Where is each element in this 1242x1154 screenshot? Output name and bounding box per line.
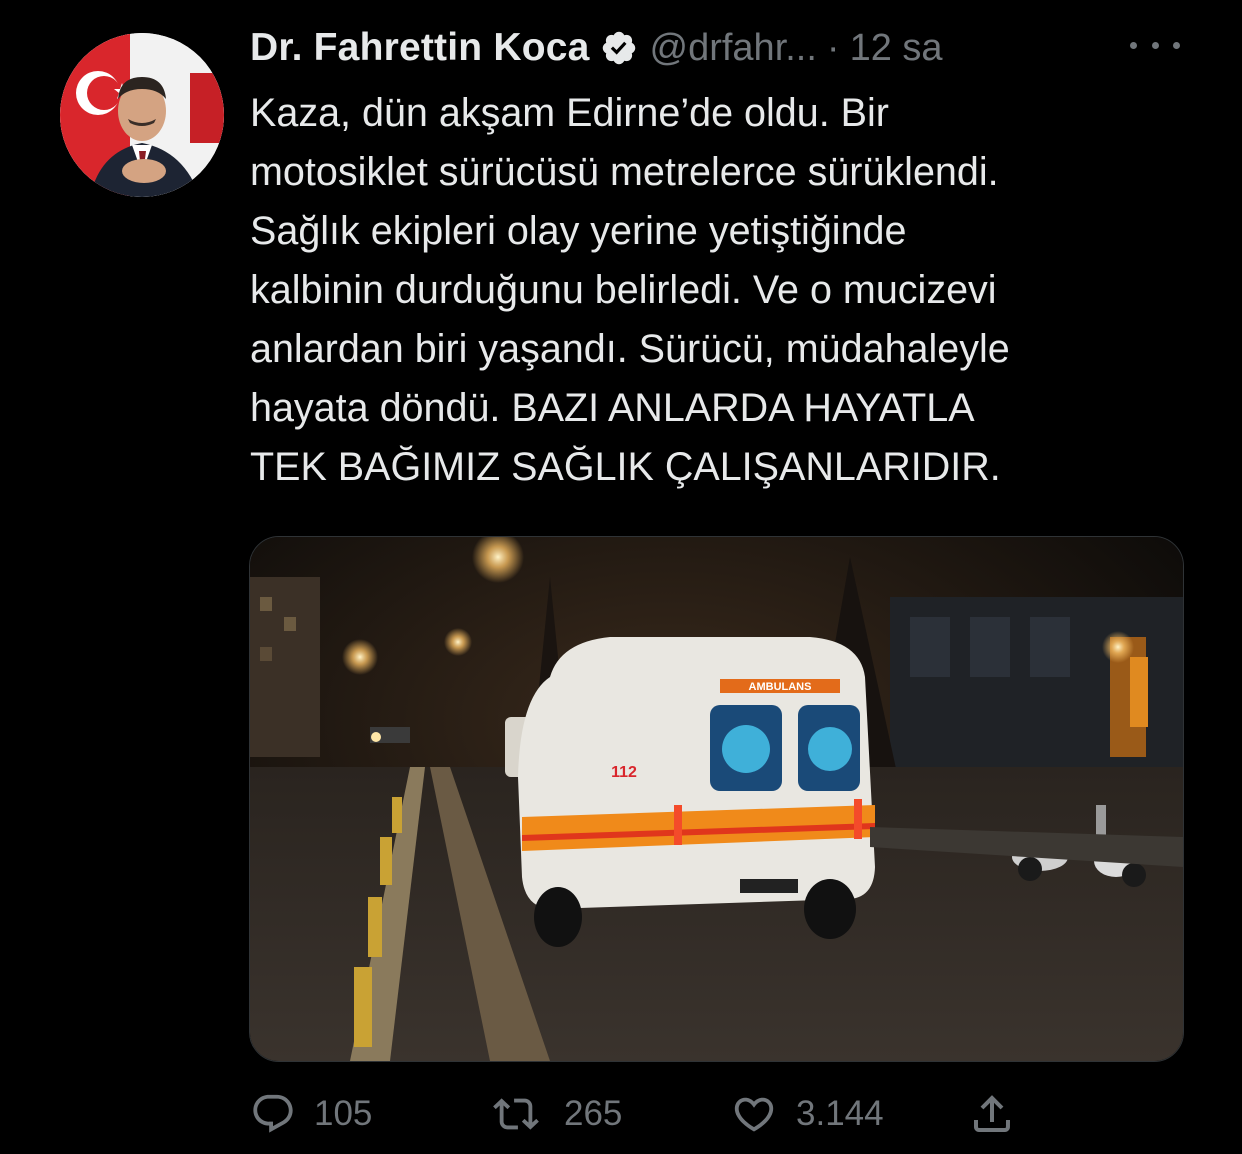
tweet-media-image[interactable]: AMBULANS 112 bbox=[249, 536, 1184, 1062]
more-icon-dot bbox=[1151, 41, 1159, 49]
author-avatar[interactable] bbox=[60, 33, 224, 197]
author-display-name[interactable]: Dr. Fahrettin Koca bbox=[250, 26, 590, 70]
reply-count: 105 bbox=[314, 1094, 373, 1133]
tweet-text-line: anlardan biri yaşandı. Sürücü, müdahaley… bbox=[250, 327, 1010, 371]
tweet-text-line: TEK BAĞIMIZ SAĞLIK ÇALIŞANLARIDIR. bbox=[250, 445, 1001, 489]
tweet-text-line: Sağlık ekipleri olay yerine yetiştiğinde bbox=[250, 209, 907, 253]
tweet-actions-bar: 105 265 3.144 bbox=[250, 1086, 1050, 1142]
share-button[interactable] bbox=[968, 1086, 1016, 1142]
like-button[interactable]: 3.144 bbox=[730, 1086, 884, 1142]
tweet-text: Kaza, dün akşam Edirne’de oldu. Bir moto… bbox=[250, 84, 1190, 497]
author-handle[interactable]: @drfahr... bbox=[650, 27, 817, 70]
retweet-icon bbox=[486, 1091, 546, 1137]
more-icon-dot bbox=[1173, 41, 1180, 49]
like-count: 3.144 bbox=[796, 1094, 884, 1133]
reply-icon bbox=[250, 1091, 296, 1137]
tweet-text-line: motosiklet sürücüsü metrelerce sürüklend… bbox=[250, 150, 999, 194]
tweet-header: Dr. Fahrettin Koca @drfahr... · 12 sa bbox=[250, 22, 1190, 74]
verified-badge-icon bbox=[600, 29, 638, 67]
avatar-image bbox=[60, 33, 224, 197]
ambulance-graphic: AMBULANS 112 bbox=[518, 637, 875, 947]
more-options-button[interactable] bbox=[1130, 30, 1180, 60]
tweet-text-line: hayata döndü. BAZI ANLARDA HAYATLA bbox=[250, 386, 975, 430]
reply-button[interactable]: 105 bbox=[250, 1086, 372, 1142]
ambulance-label: AMBULANS bbox=[749, 681, 812, 693]
tweet-text-line: kalbinin durduğunu belirledi. Ve o muciz… bbox=[250, 268, 997, 312]
ambulance-number: 112 bbox=[611, 764, 637, 781]
tweet-text-line: Kaza, dün akşam Edirne’de oldu. Bir bbox=[250, 91, 889, 135]
share-icon bbox=[968, 1090, 1016, 1138]
header-separator: · bbox=[826, 26, 840, 69]
tweet-timestamp[interactable]: 12 sa bbox=[850, 27, 943, 70]
more-icon-dot bbox=[1130, 41, 1137, 49]
heart-icon bbox=[730, 1091, 778, 1137]
retweet-count: 265 bbox=[564, 1094, 623, 1133]
retweet-button[interactable]: 265 bbox=[486, 1086, 622, 1142]
ambulance-night-photo: AMBULANS 112 bbox=[250, 537, 1183, 1061]
